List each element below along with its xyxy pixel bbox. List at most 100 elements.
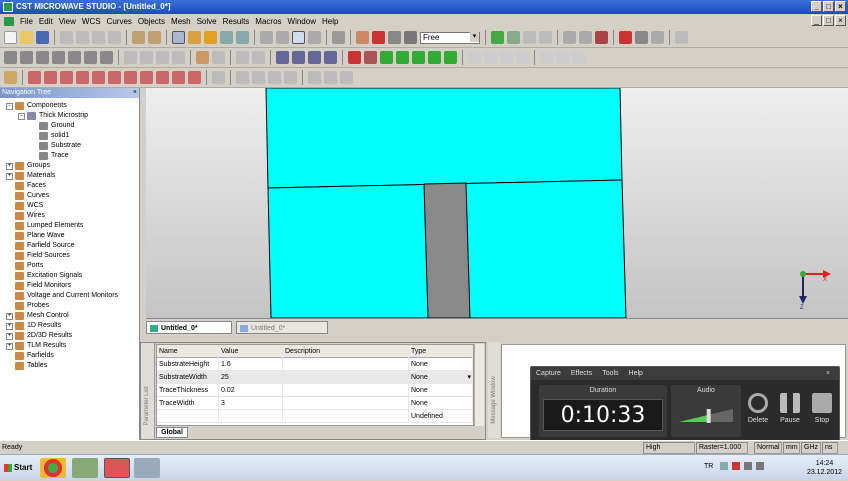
tree-item[interactable]: Trace bbox=[30, 151, 69, 161]
tab-global[interactable]: Global bbox=[156, 427, 188, 438]
pick-edge-icon[interactable] bbox=[28, 71, 41, 84]
align-icon[interactable] bbox=[252, 51, 265, 64]
view-angle-icon[interactable] bbox=[276, 31, 289, 44]
curve-circle-icon[interactable] bbox=[284, 71, 297, 84]
curve-extend-icon[interactable] bbox=[324, 71, 337, 84]
pick-face-icon[interactable] bbox=[44, 71, 57, 84]
tree-item[interactable]: + TLM Results bbox=[6, 341, 66, 351]
menu-wcs[interactable]: WCS bbox=[79, 17, 104, 26]
wcs-align-icon[interactable] bbox=[324, 51, 337, 64]
param-type[interactable]: None bbox=[409, 397, 473, 410]
pan-icon[interactable] bbox=[204, 31, 217, 44]
box-view-icon[interactable] bbox=[332, 31, 345, 44]
param-type[interactable]: None bbox=[409, 358, 473, 371]
table-row[interactable]: SubstrateWidth 25 None ▾ bbox=[157, 371, 473, 384]
app-icon-4[interactable] bbox=[134, 458, 160, 478]
history-icon[interactable] bbox=[595, 31, 608, 44]
copy-icon[interactable] bbox=[92, 31, 105, 44]
view-reset-icon[interactable] bbox=[260, 31, 273, 44]
template-icon[interactable] bbox=[563, 31, 576, 44]
expand-toggle-icon[interactable]: + bbox=[6, 162, 13, 170]
wcs-rotate-icon[interactable] bbox=[308, 51, 321, 64]
start-button[interactable]: Start bbox=[2, 459, 34, 477]
param-value[interactable]: 25 bbox=[219, 371, 283, 384]
pick-icon[interactable] bbox=[651, 31, 664, 44]
result-3d-icon[interactable] bbox=[500, 51, 513, 64]
tree-item[interactable]: Tables bbox=[6, 361, 47, 371]
menu-solve[interactable]: Solve bbox=[194, 17, 220, 26]
doc-restore-button[interactable]: □ bbox=[823, 15, 834, 26]
param-value[interactable]: 1.6 bbox=[219, 358, 283, 371]
result-farfield-icon[interactable] bbox=[516, 51, 529, 64]
pick-center-icon[interactable] bbox=[92, 71, 105, 84]
material-icon[interactable] bbox=[356, 31, 369, 44]
param-type[interactable]: None bbox=[409, 371, 473, 384]
pick-spline-icon[interactable] bbox=[172, 71, 185, 84]
menu-macros[interactable]: Macros bbox=[252, 17, 284, 26]
audio-level-slider[interactable] bbox=[679, 409, 733, 423]
doc-minimize-button[interactable]: _ bbox=[811, 15, 822, 26]
volume-icon[interactable] bbox=[756, 462, 764, 470]
solver-icon[interactable] bbox=[491, 31, 504, 44]
wcs-local-icon[interactable] bbox=[276, 51, 289, 64]
boundary-icon[interactable] bbox=[380, 51, 393, 64]
pick-arc-icon[interactable] bbox=[188, 71, 201, 84]
tree-item[interactable]: Ground bbox=[30, 121, 74, 131]
expand-toggle-icon[interactable]: + bbox=[6, 172, 13, 180]
zoom-fit-icon[interactable] bbox=[236, 31, 249, 44]
boolean-add-icon[interactable] bbox=[124, 51, 137, 64]
stop-icon[interactable] bbox=[675, 31, 688, 44]
curve-spline-icon[interactable] bbox=[268, 71, 281, 84]
clock[interactable]: 14:24 23.12.2012 bbox=[807, 459, 842, 477]
tree-item[interactable]: + Mesh Control bbox=[6, 311, 69, 321]
param-value[interactable]: 3 bbox=[219, 397, 283, 410]
mesh-icon[interactable] bbox=[372, 31, 385, 44]
minimize-button[interactable]: _ bbox=[811, 1, 822, 12]
plot-options-icon[interactable] bbox=[540, 51, 553, 64]
delete-button[interactable]: Delete bbox=[743, 393, 773, 433]
language-indicator[interactable]: TR bbox=[704, 463, 713, 470]
tree-item[interactable]: solid1 bbox=[30, 131, 69, 141]
pause-button[interactable]: Pause bbox=[775, 393, 805, 433]
3d-viewport[interactable] bbox=[146, 87, 848, 319]
menu-mesh[interactable]: Mesh bbox=[168, 17, 194, 26]
recorder-menu-tools[interactable]: Tools bbox=[597, 367, 623, 380]
measure-icon[interactable] bbox=[579, 31, 592, 44]
monitor-icon[interactable] bbox=[412, 51, 425, 64]
param-desc[interactable] bbox=[283, 410, 409, 423]
cst-taskbar-icon[interactable] bbox=[104, 458, 130, 478]
param-desc[interactable] bbox=[283, 358, 409, 371]
nav-close-icon[interactable]: × bbox=[133, 88, 137, 98]
tree-item[interactable]: Ports bbox=[6, 261, 43, 271]
tab-3d-view[interactable]: Untitled_0* bbox=[146, 321, 232, 334]
tree-item[interactable]: Field Monitors bbox=[6, 281, 71, 291]
pick-circle-icon[interactable] bbox=[76, 71, 89, 84]
freq-range-icon[interactable] bbox=[428, 51, 441, 64]
tree-item[interactable]: - Thick Microstrip bbox=[18, 111, 88, 121]
tree-item[interactable]: Faces bbox=[6, 181, 46, 191]
table-row[interactable]: Undefined bbox=[157, 410, 473, 423]
recorder-menu-effects[interactable]: Effects bbox=[566, 367, 597, 380]
tree-item[interactable]: Farfield Source bbox=[6, 241, 74, 251]
menu-results[interactable]: Results bbox=[220, 17, 253, 26]
expand-toggle-icon[interactable]: + bbox=[6, 332, 13, 340]
close-button[interactable]: × bbox=[835, 1, 846, 12]
menu-curves[interactable]: Curves bbox=[104, 17, 135, 26]
curve-trim-icon[interactable] bbox=[308, 71, 321, 84]
tree-item[interactable]: Farfields bbox=[6, 351, 54, 361]
probe-icon[interactable] bbox=[635, 31, 648, 44]
recorder-menu-help[interactable]: Help bbox=[624, 367, 648, 380]
tree-item[interactable]: Plane Wave bbox=[6, 231, 64, 241]
tree-item[interactable]: - Components bbox=[6, 101, 67, 111]
tree-item[interactable]: +1D Results bbox=[6, 321, 61, 331]
blend-icon[interactable] bbox=[196, 51, 209, 64]
menu-view[interactable]: View bbox=[56, 17, 79, 26]
tree-item[interactable]: WCS bbox=[6, 201, 43, 211]
paste-icon[interactable] bbox=[108, 31, 121, 44]
pick-rect-icon[interactable] bbox=[140, 71, 153, 84]
boolean-sub-icon[interactable] bbox=[140, 51, 153, 64]
param-scrollbar[interactable] bbox=[474, 344, 484, 426]
brick-icon[interactable] bbox=[4, 51, 17, 64]
boolean-insert-icon[interactable] bbox=[172, 51, 185, 64]
perspective-icon[interactable] bbox=[308, 31, 321, 44]
